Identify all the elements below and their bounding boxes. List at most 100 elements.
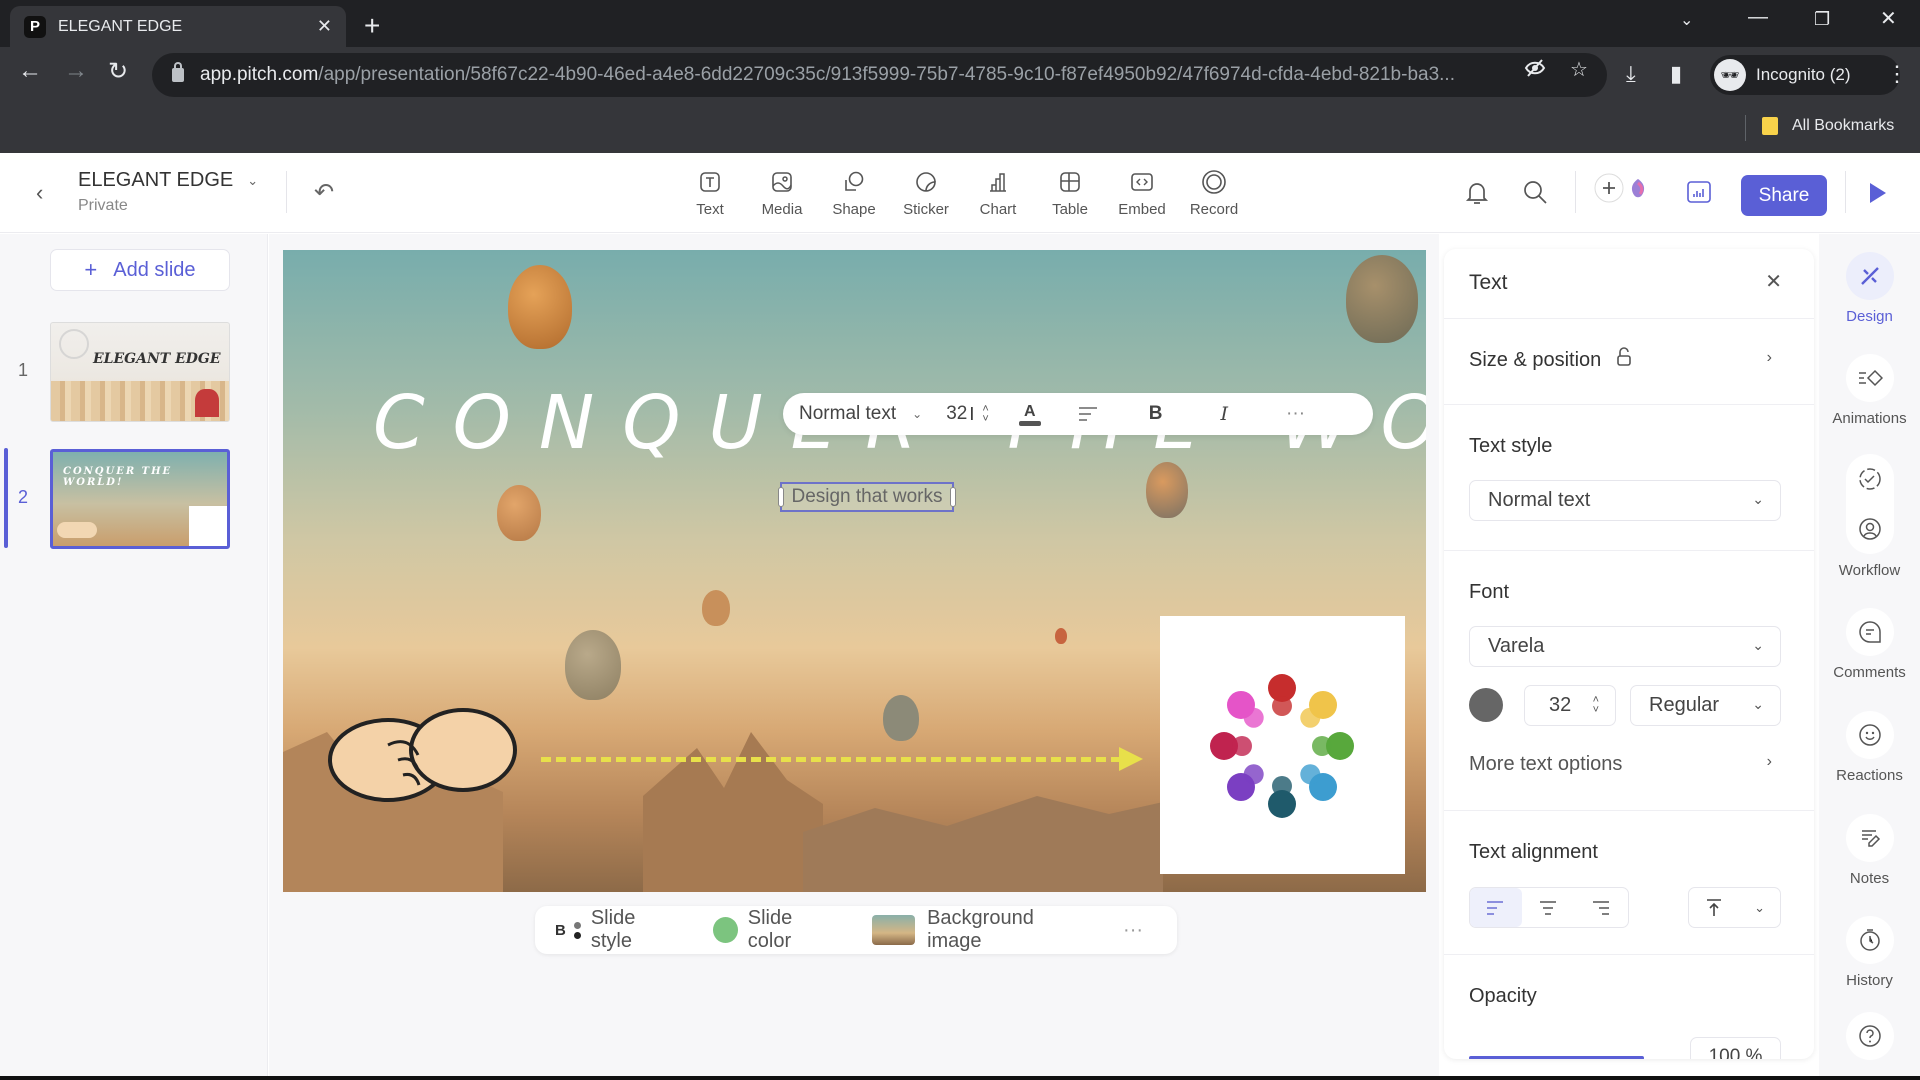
font-weight-select[interactable]: Regular ⌄ — [1630, 685, 1781, 726]
opacity-value[interactable]: 100 % — [1709, 1046, 1763, 1059]
teamwork-circle-image[interactable] — [1160, 616, 1405, 874]
sidebar-item-reactions[interactable]: Reactions — [1819, 711, 1920, 784]
slide-thumbnail-2[interactable]: CONQUER THE WORLD! — [50, 449, 230, 549]
font-size-stepper[interactable]: 32 I ˄ ˅ — [946, 403, 989, 425]
present-play-button[interactable] — [1870, 183, 1886, 203]
header-divider — [1845, 171, 1846, 213]
browser-menu-icon[interactable]: ⋮ — [1886, 61, 1908, 87]
stepper-arrows-icon[interactable]: ˄ ˅ — [1593, 695, 1599, 716]
italic-button[interactable]: I — [1221, 403, 1229, 425]
embed-icon — [1129, 169, 1155, 195]
person-figure-body — [1272, 696, 1292, 716]
restore-window-button[interactable]: ❐ — [1814, 9, 1830, 30]
size-position-row[interactable]: Size & position › — [1444, 319, 1814, 405]
resize-handle-left[interactable] — [778, 487, 784, 507]
stepper-arrows-icon[interactable]: ˄ ˅ — [982, 404, 988, 425]
record-icon — [1201, 169, 1227, 195]
bookmark-star-icon[interactable]: ☆ — [1570, 57, 1588, 82]
tab-search-chevron-icon[interactable]: ⌄ — [1680, 10, 1693, 30]
dashed-arrow-line[interactable] — [541, 757, 1121, 762]
slide-more-button[interactable]: ··· — [1123, 919, 1143, 942]
hands-thumb — [57, 522, 97, 538]
align-right-button[interactable] — [1574, 888, 1626, 927]
share-button[interactable]: Share — [1741, 175, 1827, 216]
animations-label: Animations — [1832, 410, 1907, 427]
back-button[interactable]: ← — [18, 57, 42, 85]
text-properties-panel: Text ✕ Size & position › Text style Norm… — [1444, 249, 1814, 1059]
notifications-bell-icon[interactable] — [1464, 179, 1490, 212]
all-bookmarks-button[interactable]: All Bookmarks — [1762, 117, 1894, 135]
vertical-alignment-select[interactable]: ⌄ — [1688, 887, 1781, 928]
sidebar-item-history[interactable]: History — [1819, 916, 1920, 989]
handshake-sticker[interactable] — [328, 705, 518, 810]
collaborator-avatar-icon[interactable] — [1628, 177, 1648, 204]
reload-button[interactable]: ↻ — [108, 57, 128, 86]
invite-collaborator-button[interactable] — [1594, 173, 1624, 208]
insert-table-button[interactable]: Table — [1034, 169, 1106, 218]
sidebar-item-design[interactable]: Design — [1819, 252, 1920, 325]
insert-media-button[interactable]: Media — [746, 169, 818, 218]
font-size-input[interactable]: 32 ˄ ˅ — [1524, 685, 1616, 726]
undo-icon[interactable]: ↶ — [314, 178, 334, 207]
right-sidebar: Design Animations Workflow Comments Reac… — [1819, 234, 1920, 1080]
new-tab-button[interactable]: + — [364, 10, 380, 42]
browser-tab-active[interactable]: P ELEGANT EDGE ✕ — [10, 6, 346, 47]
text-alignment-section: Text alignment ⌄ — [1444, 811, 1814, 955]
align-left-icon — [1078, 407, 1097, 421]
close-tab-icon[interactable]: ✕ — [317, 16, 332, 37]
insert-sticker-button[interactable]: Sticker — [890, 169, 962, 218]
more-text-options-row[interactable]: More text options › — [1444, 747, 1814, 787]
font-size-value[interactable]: 32 — [1549, 694, 1571, 717]
insert-text-button[interactable]: Text — [674, 169, 746, 218]
align-center-button[interactable] — [1522, 888, 1574, 927]
align-left-button[interactable] — [1470, 888, 1522, 927]
search-icon[interactable] — [1522, 179, 1548, 210]
sidebar-item-animations[interactable]: Animations — [1819, 354, 1920, 427]
help-button[interactable] — [1819, 1012, 1920, 1060]
close-window-button[interactable]: ✕ — [1880, 6, 1897, 31]
slide-style-button[interactable]: B Slide style — [555, 907, 679, 953]
profile-button[interactable]: 🕶 Incognito (2) — [1710, 55, 1900, 95]
slide-thumbnail-1[interactable]: ELEGANT EDGE — [50, 322, 230, 422]
insert-record-button[interactable]: Record — [1178, 169, 1250, 218]
deck-title[interactable]: ELEGANT EDGE ⌄ — [78, 169, 258, 192]
forward-button[interactable]: → — [64, 57, 88, 85]
slide-color-button[interactable]: Slide color — [712, 907, 839, 953]
font-color-swatch[interactable] — [1469, 688, 1503, 722]
text-style-select[interactable]: Normal text ⌄ — [1469, 480, 1781, 521]
insert-shape-button[interactable]: Shape — [818, 169, 890, 218]
side-panel-icon[interactable]: ▮ — [1670, 61, 1682, 87]
align-button[interactable] — [1077, 405, 1099, 423]
text-color-button[interactable]: A — [1018, 403, 1041, 426]
analytics-icon[interactable] — [1686, 179, 1712, 210]
sidebar-item-notes[interactable]: Notes — [1819, 814, 1920, 887]
background-image-button[interactable]: Background image — [872, 907, 1089, 953]
sidebar-item-workflow[interactable]: Workflow — [1819, 454, 1920, 579]
url-text[interactable]: app.pitch.com/app/presentation/58f67c22-… — [200, 64, 1550, 86]
more-options-button[interactable]: ··· — [1286, 403, 1305, 425]
font-family-select[interactable]: Varela ⌄ — [1469, 626, 1781, 667]
opacity-slider[interactable] — [1469, 1056, 1644, 1059]
text-style-dropdown[interactable]: Normal text ⌄ — [799, 403, 922, 425]
insert-embed-button[interactable]: Embed — [1106, 169, 1178, 218]
font-size-value[interactable]: 32 — [946, 403, 967, 425]
resize-handle-right[interactable] — [950, 487, 956, 507]
tab-title: ELEGANT EDGE — [58, 17, 183, 35]
insert-chart-button[interactable]: Chart — [962, 169, 1034, 218]
close-panel-icon[interactable]: ✕ — [1765, 269, 1782, 294]
minimize-window-button[interactable]: — — [1748, 6, 1768, 29]
eye-off-icon[interactable] — [1524, 57, 1546, 85]
opacity-input[interactable]: 100 % — [1690, 1037, 1781, 1059]
address-bar[interactable]: app.pitch.com/app/presentation/58f67c22-… — [152, 53, 1607, 97]
back-chevron-icon[interactable]: ‹ — [36, 180, 43, 206]
subtitle-textbox-selected[interactable]: Design that works — [778, 482, 956, 512]
unlock-icon[interactable] — [1616, 347, 1632, 372]
sidebar-item-comments[interactable]: Comments — [1819, 608, 1920, 681]
bold-button[interactable]: B — [1149, 403, 1163, 425]
add-slide-button[interactable]: + Add slide — [50, 249, 230, 291]
font-section: Font Varela ⌄ 32 ˄ ˅ Regular ⌄ More text … — [1444, 551, 1814, 811]
chevron-down-icon[interactable]: ⌄ — [247, 173, 258, 189]
slide-2[interactable]: CONQUER THE WORLD! Design that works Nor… — [283, 250, 1426, 892]
download-icon[interactable]: ⤓ — [1626, 61, 1636, 87]
subtitle-text[interactable]: Design that works — [791, 486, 942, 508]
